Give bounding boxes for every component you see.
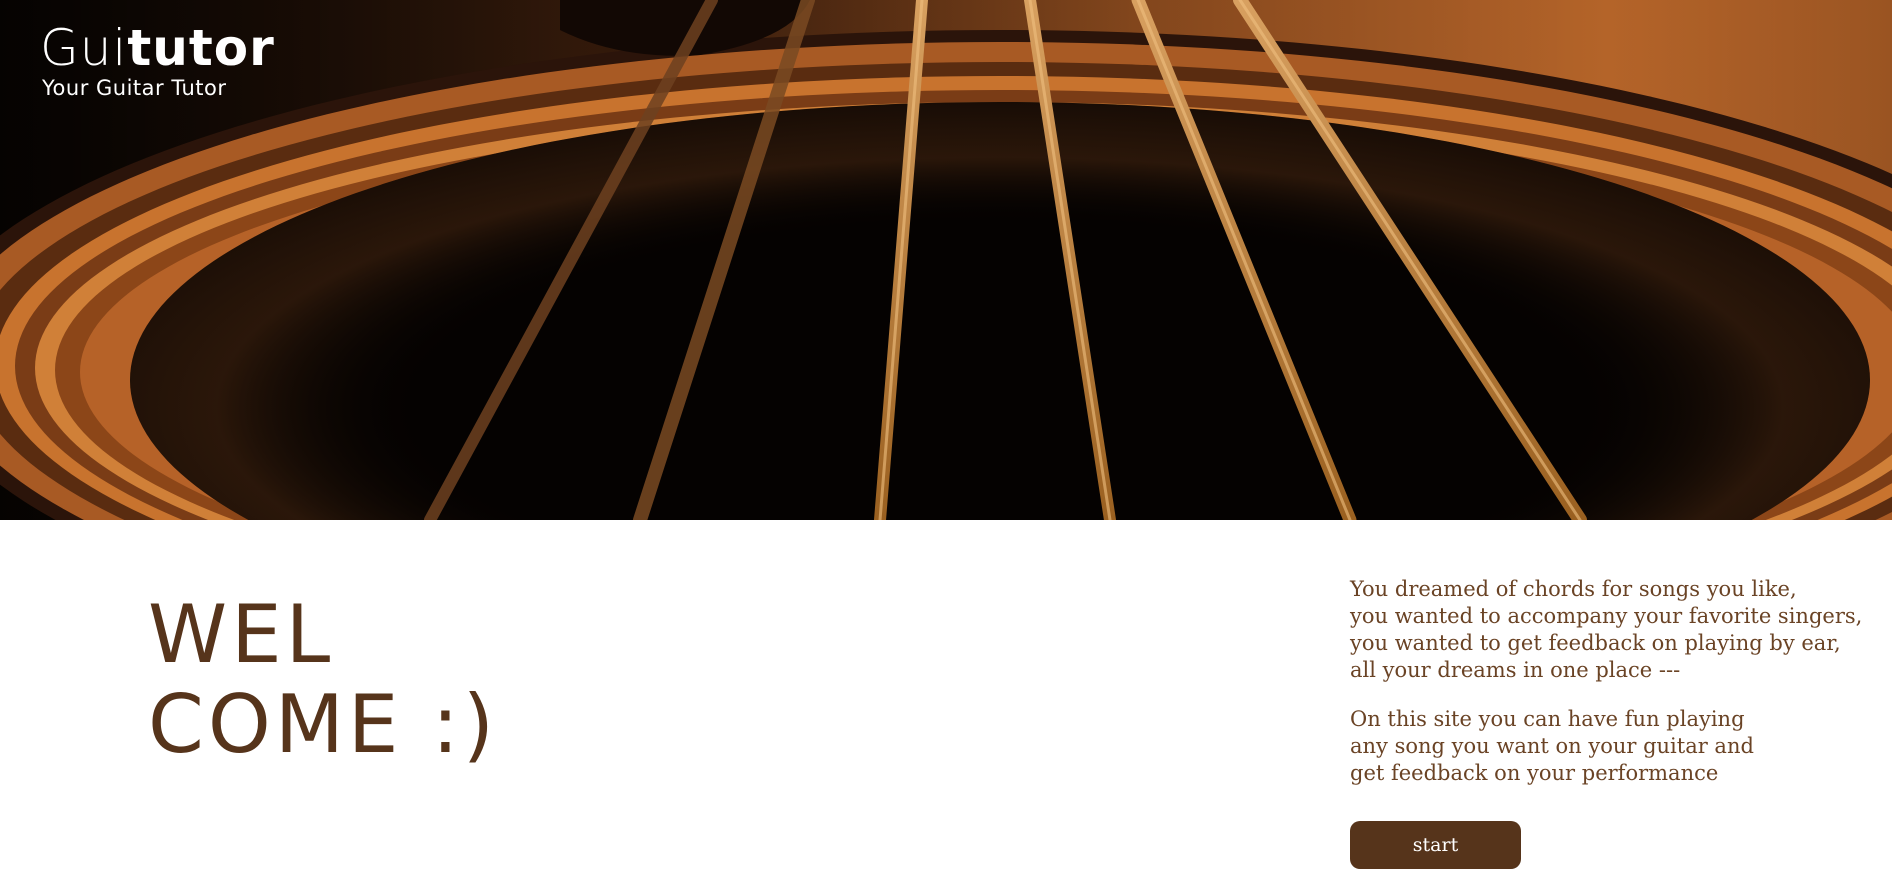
welcome-heading: WEL COME :) [148,590,498,770]
start-button[interactable]: start [1350,821,1521,869]
intro-line: On this site you can have fun playing [1350,707,1745,731]
intro-line: You dreamed of chords for songs you like… [1350,577,1797,601]
intro-line: you wanted to accompany your favorite si… [1350,604,1863,628]
hero-banner: Guitutor Your Guitar Tutor [0,0,1892,520]
intro-line: any song you want on your guitar and [1350,734,1754,758]
brand-logo[interactable]: Guitutor Your Guitar Tutor [40,22,275,100]
welcome-line-1: WEL [148,588,335,681]
brand-tagline: Your Guitar Tutor [42,76,227,100]
intro-line: you wanted to get feedback on playing by… [1350,631,1841,655]
intro-text: You dreamed of chords for songs you like… [1350,576,1870,809]
brand-name-light: Gui [40,19,128,77]
brand-name-bold: tutor [127,19,275,77]
intro-line: all your dreams in one place --- [1350,658,1681,682]
welcome-line-2: COME :) [148,678,498,771]
intro-line: get feedback on your performance [1350,761,1719,785]
intro-paragraph-1: You dreamed of chords for songs you like… [1350,576,1870,684]
guitar-soundhole-image [0,0,1892,520]
brand-name: Guitutor [40,22,275,74]
intro-paragraph-2: On this site you can have fun playing an… [1350,706,1870,787]
